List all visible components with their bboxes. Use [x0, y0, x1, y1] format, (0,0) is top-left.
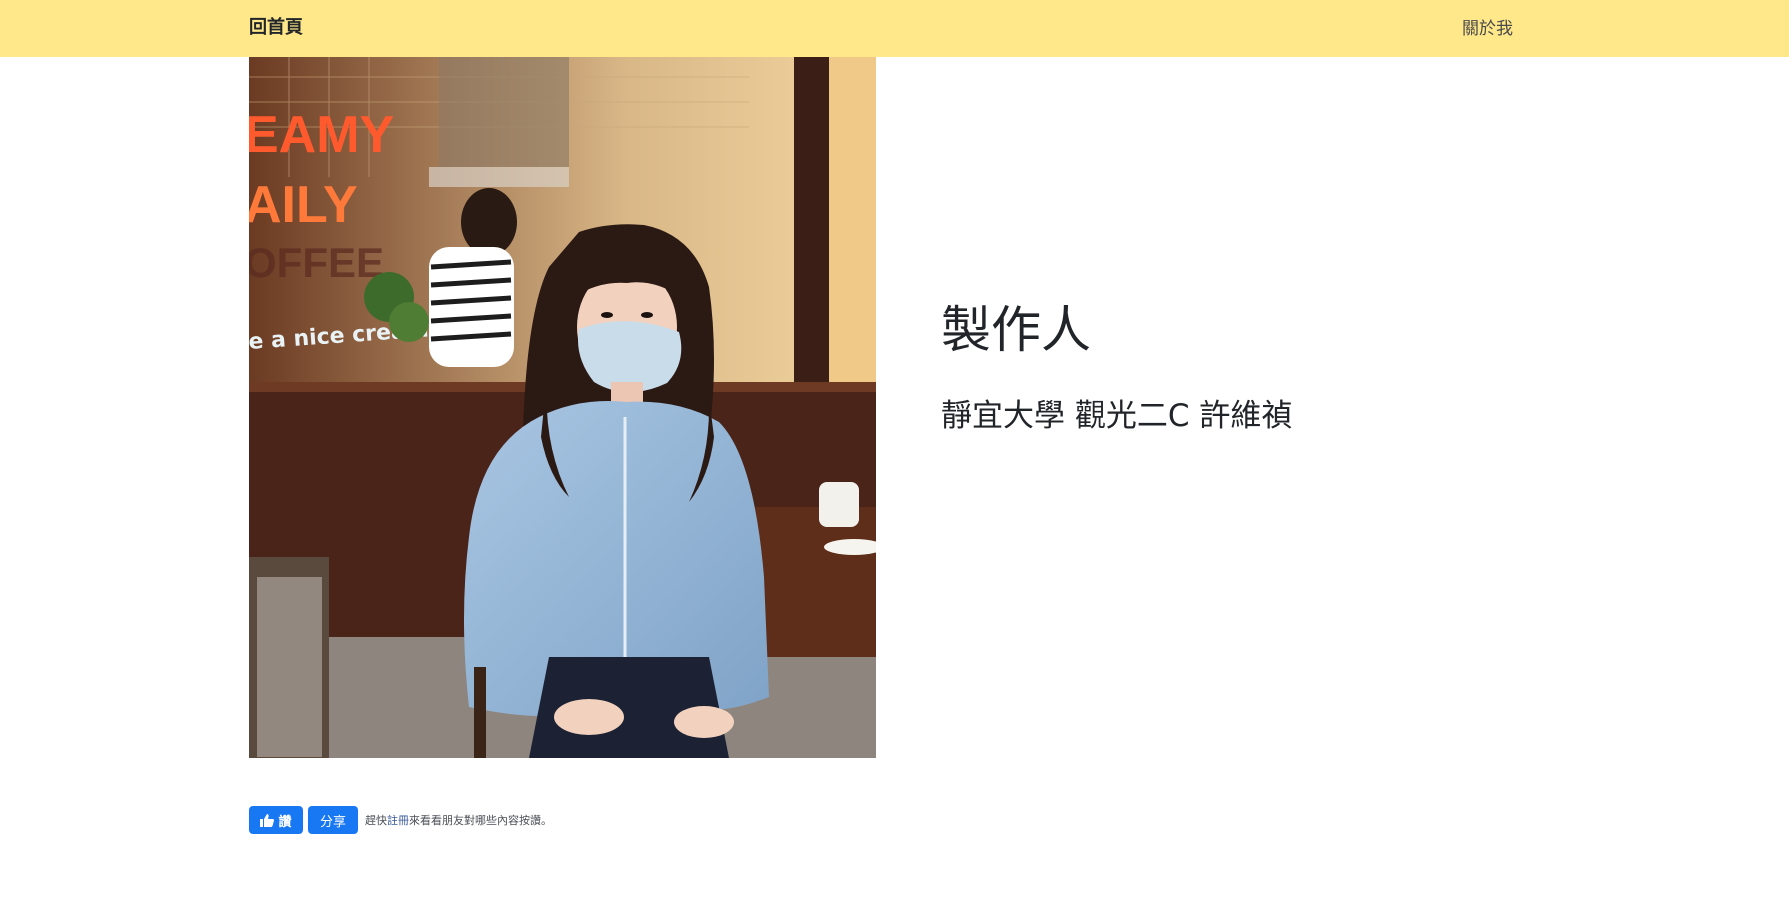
- nav-about-link[interactable]: 關於我: [1462, 14, 1513, 39]
- facebook-like-bar: 讚 分享 趕快註冊來看看朋友對哪些內容按讚。: [249, 806, 552, 834]
- top-navbar: 回首頁 關於我: [0, 0, 1789, 57]
- neon-sign-line3: OFFEE: [249, 239, 384, 286]
- page-heading: 製作人: [941, 301, 1091, 359]
- neon-sign-line1: EAMY: [249, 106, 394, 164]
- neon-sign-line2: AILY: [249, 176, 358, 234]
- facebook-signup-note: 趕快註冊來看看朋友對哪些內容按讚。: [365, 812, 552, 828]
- nav-home-link[interactable]: 回首頁: [249, 13, 303, 39]
- signup-note-suffix: 來看看朋友對哪些內容按讚。: [409, 814, 552, 827]
- signup-note-prefix: 趕快: [365, 814, 387, 827]
- facebook-like-button[interactable]: 讚: [249, 806, 303, 834]
- author-info: 靜宜大學 觀光二C 許維禎: [941, 398, 1293, 434]
- thumbs-up-icon: [260, 813, 275, 827]
- facebook-share-button[interactable]: 分享: [308, 806, 358, 834]
- signup-link[interactable]: 註冊: [387, 814, 409, 827]
- profile-photo: EAMY AILY OFFEE e a nice creamy daily: [249, 57, 876, 758]
- like-label: 讚: [278, 814, 292, 830]
